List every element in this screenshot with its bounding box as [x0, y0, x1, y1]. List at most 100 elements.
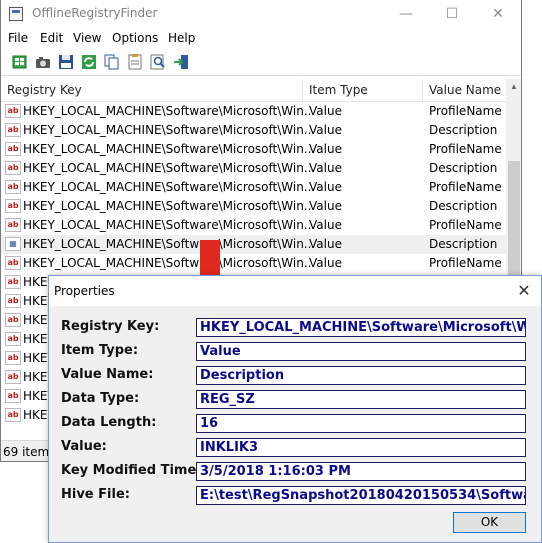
dialog-title: Properties	[54, 284, 115, 298]
registry-string-value-icon: ab	[5, 275, 21, 289]
column-header-item-type[interactable]: Item Type	[303, 79, 423, 102]
registry-string-value-icon: ab	[5, 294, 21, 308]
registry-string-value-icon: ab	[5, 351, 21, 365]
cell-registry-key: HKEY_LOCAL_MACHINE\Software\Microsoft\Wi…	[23, 218, 316, 232]
properties-icon[interactable]	[126, 53, 144, 71]
app-icon	[9, 7, 23, 21]
registry-string-value-icon: ab	[5, 161, 21, 175]
dialog-close-button[interactable]: ✕	[507, 276, 541, 306]
cell-item-type: Value	[309, 218, 342, 232]
property-value-field[interactable]: INKLIK3	[196, 438, 526, 457]
property-label: Value Name:	[61, 367, 154, 382]
cell-value-name: ProfileName	[429, 104, 502, 118]
cell-item-type: Value	[309, 142, 342, 156]
cell-item-type: Value	[309, 199, 342, 213]
registry-string-value-icon: ab	[5, 104, 21, 118]
menu-view[interactable]: View	[73, 31, 101, 45]
cell-registry-key: HKEY_LOCAL_MACHINE\Software\Microsoft\Wi…	[23, 161, 316, 175]
list-row[interactable]: ab HKEY_LOCAL_MACHINE\Software\Microsoft\…	[1, 159, 506, 178]
property-value-field[interactable]: HKEY_LOCAL_MACHINE\Software\Microsoft\Wi…	[196, 318, 526, 337]
registry-string-value-icon: ab	[5, 123, 21, 137]
cell-registry-key: HKEY_LOCAL_MACHINE\Software\Microsoft\Wi…	[23, 237, 316, 251]
scroll-up-arrow-icon[interactable]: ▲	[506, 79, 521, 95]
toolbar	[1, 50, 521, 76]
property-value-field[interactable]: Value	[196, 342, 526, 361]
column-header-value-name[interactable]: Value Name	[423, 79, 506, 102]
menu-edit[interactable]: Edit	[40, 31, 63, 45]
property-label: Hive File:	[61, 487, 130, 502]
cell-item-type: Value	[309, 123, 342, 137]
save-icon[interactable]	[57, 53, 75, 71]
registry-string-value-icon: ab	[5, 199, 21, 213]
property-label: Value:	[61, 439, 107, 454]
dialog-title-bar[interactable]: Properties ✕	[49, 276, 541, 306]
menu-bar: File Edit View Options Help	[1, 29, 521, 49]
cell-value-name: ProfileName	[429, 218, 502, 232]
menu-file[interactable]: File	[8, 31, 28, 45]
find-icon[interactable]	[149, 53, 167, 71]
list-row[interactable]: ab HKEY_LOCAL_MACHINE\Software\Microsoft\…	[1, 121, 506, 140]
cell-registry-key: HKEY_LOCAL_MACHINE\Software\Microsoft\Wi…	[23, 256, 316, 270]
property-value-field[interactable]: REG_SZ	[196, 390, 526, 409]
cell-value-name: Description	[429, 199, 498, 213]
registry-binary-value-icon: ▦	[5, 237, 21, 251]
property-value-field[interactable]: 16	[196, 414, 526, 433]
registry-string-value-icon: ab	[5, 256, 21, 270]
list-row[interactable]: ▦ HKEY_LOCAL_MACHINE\Software\Microsoft\W…	[1, 235, 506, 254]
copy-icon[interactable]	[103, 53, 121, 71]
cell-registry-key: HKEY_LOCAL_MACHINE\Software\Microsoft\Wi…	[23, 142, 316, 156]
ok-button[interactable]: OK	[453, 512, 526, 533]
maximize-button[interactable]: ☐	[429, 0, 475, 28]
registry-string-value-icon: ab	[5, 142, 21, 156]
menu-help[interactable]: Help	[168, 31, 195, 45]
title-bar[interactable]: OfflineRegistryFinder — ☐ ✕	[1, 0, 521, 28]
property-label: Key Modified Time:	[61, 463, 202, 478]
registry-string-value-icon: ab	[5, 408, 21, 422]
registry-string-value-icon: ab	[5, 332, 21, 346]
cell-item-type: Value	[309, 256, 342, 270]
registry-string-value-icon: ab	[5, 313, 21, 327]
properties-dialog: Properties ✕ Registry Key: HKEY_LOCAL_MAC…	[48, 275, 542, 543]
exit-icon[interactable]	[172, 53, 190, 71]
cell-value-name: Description	[429, 161, 498, 175]
list-header: Registry Key Item Type Value Name	[1, 79, 506, 102]
cell-value-name: ProfileName	[429, 180, 502, 194]
property-value-field[interactable]: E:\test\RegSnapshot20180420150534\Softwa…	[196, 486, 526, 505]
registry-string-value-icon: ab	[5, 370, 21, 384]
cell-registry-key: HKEY_LOCAL_MACHINE\Software\Microsoft\Wi…	[23, 199, 316, 213]
registry-string-value-icon: ab	[5, 389, 21, 403]
cell-registry-key: HKEY_LOCAL_MACHINE\Software\Microsoft\Wi…	[23, 104, 316, 118]
new-scan-icon[interactable]	[11, 53, 29, 71]
minimize-button[interactable]: —	[383, 0, 429, 28]
list-row[interactable]: ab HKEY_LOCAL_MACHINE\Software\Microsoft\…	[1, 216, 506, 235]
property-label: Item Type:	[61, 343, 139, 358]
cell-item-type: Value	[309, 237, 342, 251]
list-row[interactable]: ab HKEY_LOCAL_MACHINE\Software\Microsoft\…	[1, 178, 506, 197]
cell-registry-key: HKEY_LOCAL_MACHINE\Software\Microsoft\Wi…	[23, 180, 316, 194]
list-row[interactable]: ab HKEY_LOCAL_MACHINE\Software\Microsoft\…	[1, 197, 506, 216]
cell-registry-key: HKEY_LOCAL_MACHINE\Software\Microsoft\Wi…	[23, 123, 316, 137]
list-row[interactable]: ab HKEY_LOCAL_MACHINE\Software\Microsoft\…	[1, 140, 506, 159]
registry-string-value-icon: ab	[5, 180, 21, 194]
cell-value-name: ProfileName	[429, 256, 502, 270]
refresh-icon[interactable]	[80, 53, 98, 71]
cell-item-type: Value	[309, 104, 342, 118]
camera-icon[interactable]	[34, 53, 52, 71]
property-value-field[interactable]: Description	[196, 366, 526, 385]
property-label: Data Length:	[61, 415, 157, 430]
list-row[interactable]: ab HKEY_LOCAL_MACHINE\Software\Microsoft\…	[1, 102, 506, 121]
cell-value-name: ProfileName	[429, 142, 502, 156]
registry-string-value-icon: ab	[5, 218, 21, 232]
menu-options[interactable]: Options	[112, 31, 158, 45]
cell-value-name: Description	[429, 237, 498, 251]
cell-value-name: Description	[429, 123, 498, 137]
property-label: Registry Key:	[61, 319, 160, 334]
property-value-field[interactable]: 3/5/2018 1:16:03 PM	[196, 462, 526, 481]
list-row[interactable]: ab HKEY_LOCAL_MACHINE\Software\Microsoft\…	[1, 254, 506, 273]
window-title: OfflineRegistryFinder	[32, 6, 158, 20]
close-button[interactable]: ✕	[475, 0, 521, 28]
cell-item-type: Value	[309, 161, 342, 175]
property-label: Data Type:	[61, 391, 140, 406]
column-header-registry-key[interactable]: Registry Key	[1, 79, 303, 102]
cell-item-type: Value	[309, 180, 342, 194]
